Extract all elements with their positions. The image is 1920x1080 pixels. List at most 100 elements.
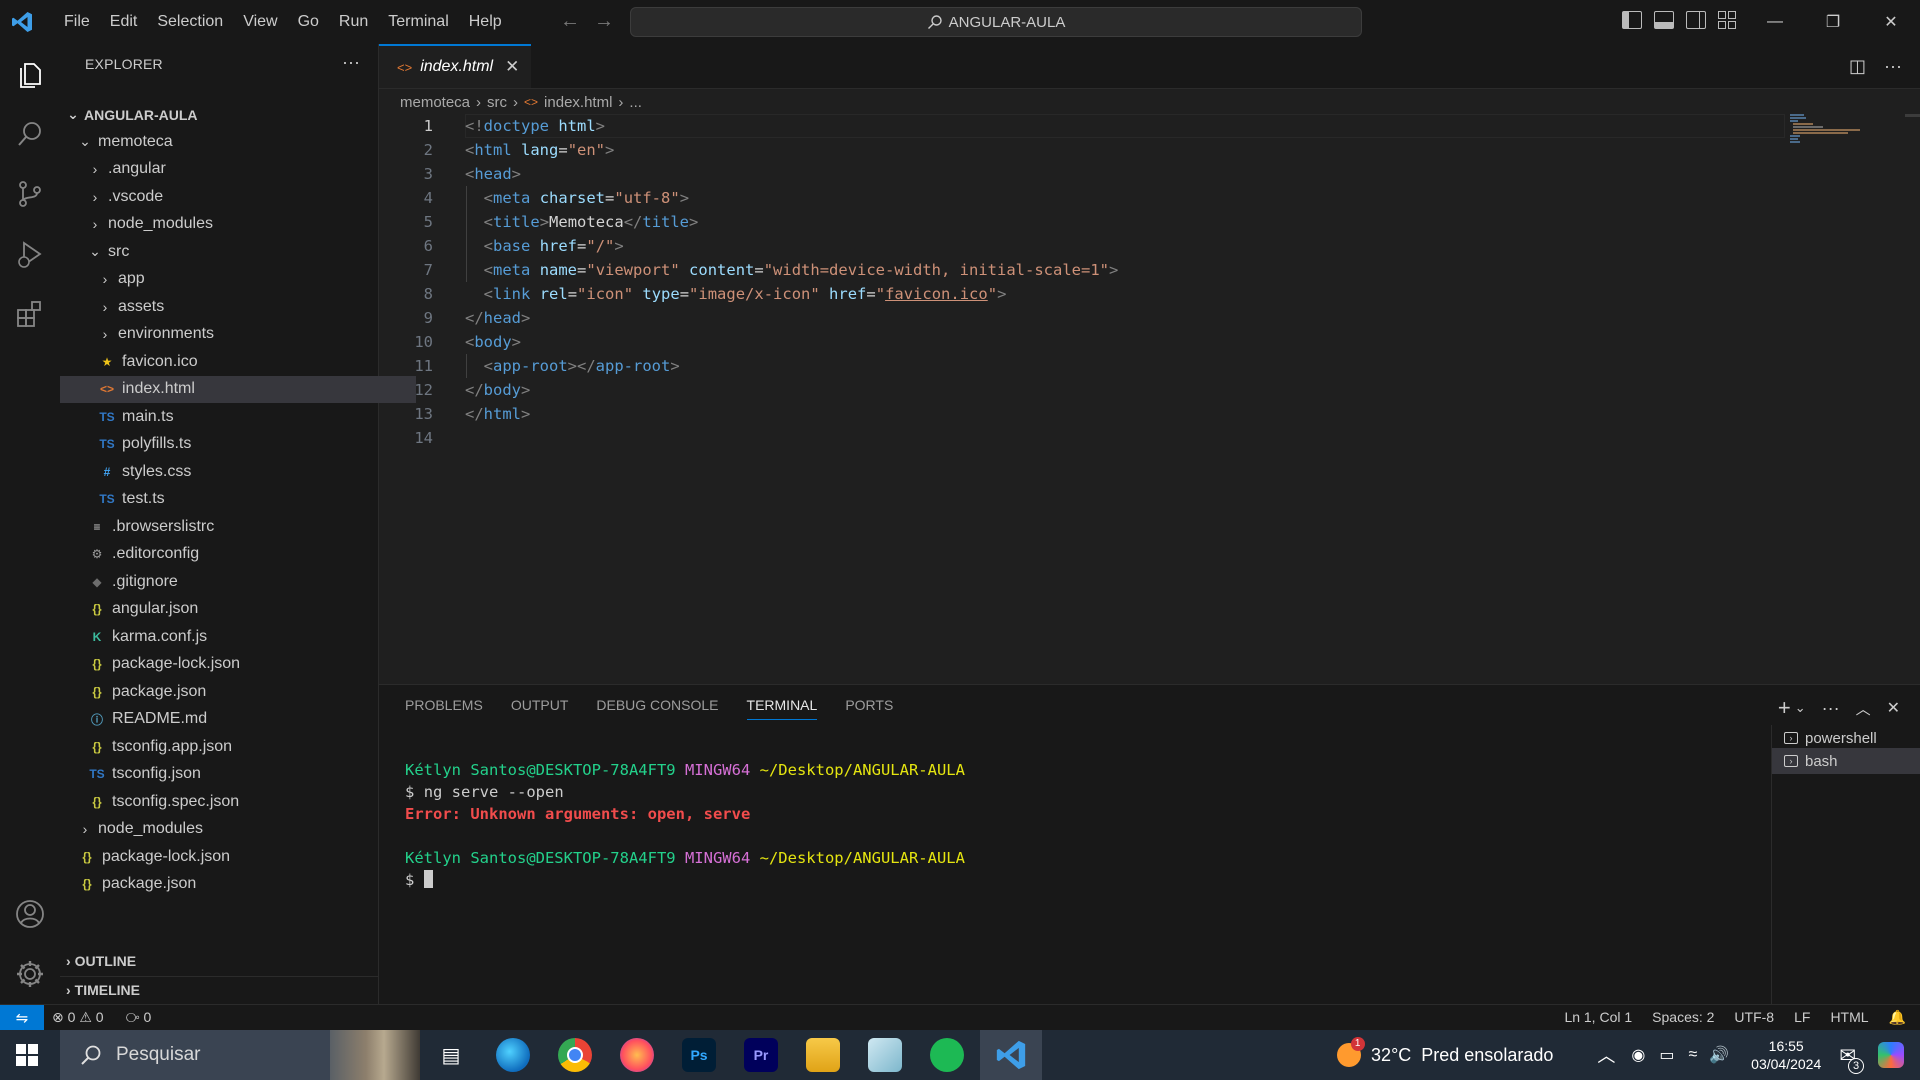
cursor-position[interactable]: Ln 1, Col 1 [1564,1009,1632,1026]
tree-item[interactable]: TS tsconfig.json [60,761,406,788]
file-explorer-icon[interactable] [806,1038,840,1072]
close-panel-icon[interactable]: ✕ [1887,698,1900,718]
edge-icon[interactable] [496,1038,530,1072]
breadcrumb-item[interactable]: ... [629,94,642,111]
tree-item[interactable]: Kkarma.conf.js [60,623,406,650]
camera-icon[interactable]: ◉ [1631,1045,1645,1065]
terminal-item-bash[interactable]: › bash [1772,748,1920,774]
editor-scrollbar[interactable] [1905,114,1920,117]
timeline-section[interactable]: › TIMELINE [60,976,384,1003]
photoshop-icon[interactable]: Ps [682,1038,716,1072]
source-control-icon[interactable] [14,178,46,210]
problems-status[interactable]: ⊗ 0 ⚠ 0 [52,1009,104,1026]
tree-item[interactable]: TS test.ts [60,486,416,513]
tab-problems[interactable]: PROBLEMS [405,697,483,720]
minimize-icon[interactable]: — [1746,0,1804,44]
volume-icon[interactable]: 🔊 [1709,1045,1729,1065]
more-actions-icon[interactable]: ··· [342,52,360,73]
tree-item[interactable]: {} angular.json [60,596,406,623]
customize-layout-icon[interactable] [1718,11,1738,29]
tree-item[interactable]: › assets [60,293,416,320]
restore-icon[interactable]: ❐ [1804,0,1862,44]
menu-run[interactable]: Run [329,13,378,31]
breadcrumb-item[interactable]: index.html [544,94,612,111]
tree-item[interactable]: <> index.html [60,375,416,403]
command-center[interactable]: ANGULAR-AULA [630,7,1362,37]
tree-item[interactable]: ⌄ src [60,238,406,265]
battery-icon[interactable]: ▭ [1659,1045,1674,1065]
tree-item[interactable]: ⌄ memoteca [60,128,396,155]
taskbar-search[interactable]: Pesquisar [60,1030,420,1080]
more-actions-icon[interactable]: ··· [1822,698,1840,719]
chevron-down-icon[interactable]: ⌄ [1795,700,1806,716]
minimap[interactable] [1790,114,1860,144]
notepad-icon[interactable] [868,1038,902,1072]
tree-item[interactable]: › environments [60,321,416,348]
toggle-secondary-sidebar-icon[interactable] [1686,11,1706,29]
tree-item[interactable]: › node_modules [60,211,406,238]
menu-terminal[interactable]: Terminal [378,13,458,31]
copilot-icon[interactable] [1878,1042,1904,1068]
indentation[interactable]: Spaces: 2 [1652,1009,1714,1026]
back-arrow-icon[interactable]: ← [560,10,580,33]
extensions-icon[interactable] [14,298,46,330]
tree-item[interactable]: TS polyfills.ts [60,431,416,458]
terminal-input-line[interactable]: $ [405,869,965,891]
notifications-icon[interactable]: ✉ 3 [1839,1043,1864,1074]
vscode-icon[interactable] [994,1038,1028,1072]
close-window-icon[interactable]: ✕ [1862,0,1920,44]
chevron-up-icon[interactable]: ︿ [1597,1042,1615,1068]
breadcrumb-item[interactable]: src [487,94,507,111]
tree-item[interactable]: › .angular [60,156,406,183]
tree-item[interactable]: ★ favicon.ico [60,348,416,375]
explorer-icon[interactable] [14,58,46,90]
outline-section[interactable]: › OUTLINE [60,948,384,974]
tree-item[interactable]: › .vscode [60,183,406,210]
bell-icon[interactable]: 🔔 [1889,1009,1906,1026]
close-tab-icon[interactable]: ✕ [505,57,519,77]
forward-arrow-icon[interactable]: → [594,10,614,33]
system-clock[interactable]: 16:55 03/04/2024 [1751,1037,1821,1073]
chrome-icon[interactable] [558,1038,592,1072]
tree-item[interactable]: {} package-lock.json [60,651,406,678]
encoding[interactable]: UTF-8 [1734,1009,1774,1026]
tab-index-html[interactable]: <> index.html ✕ [379,44,531,88]
toggle-primary-sidebar-icon[interactable] [1622,11,1642,29]
firefox-icon[interactable] [620,1038,654,1072]
tree-item[interactable]: › node_modules [60,816,396,843]
tree-item[interactable]: ◆ .gitignore [60,568,406,595]
tree-item[interactable]: ⓘ README.md [60,706,406,733]
tree-item[interactable]: ≡ .browserslistrc [60,513,406,540]
breadcrumb-item[interactable]: memoteca [400,94,470,111]
remote-indicator-icon[interactable]: ⇋ [0,1005,44,1031]
tree-item[interactable]: ⚙ .editorconfig [60,541,406,568]
terminal-output[interactable]: Kétlyn Santos@DESKTOP-78A4FT9 MINGW64 ~/… [405,759,965,891]
ports-status[interactable]: ⧂ 0 [126,1009,152,1026]
toggle-panel-icon[interactable] [1654,11,1674,29]
menu-help[interactable]: Help [459,13,512,31]
menu-go[interactable]: Go [288,13,329,31]
end-of-line[interactable]: LF [1794,1009,1810,1026]
more-actions-icon[interactable]: ··· [1884,56,1902,77]
tree-item[interactable]: {} package-lock.json [60,843,396,870]
tab-ports[interactable]: PORTS [845,697,893,720]
split-editor-icon[interactable]: ◫ [1849,56,1866,77]
tree-item[interactable]: › app [60,266,416,293]
language-mode[interactable]: HTML [1830,1009,1868,1026]
tree-root[interactable]: ⌄ ANGULAR-AULA [60,101,384,128]
menu-edit[interactable]: Edit [100,13,148,31]
windows-start-icon[interactable] [16,1044,38,1066]
gear-icon[interactable] [14,958,46,990]
search-icon[interactable] [14,118,46,150]
tab-output[interactable]: OUTPUT [511,697,569,720]
tree-item[interactable]: # styles.css [60,458,416,485]
task-view-icon[interactable]: ▤ [434,1038,468,1072]
premiere-icon[interactable]: Pr [744,1038,778,1072]
tab-terminal[interactable]: TERMINAL [746,697,818,720]
menu-file[interactable]: File [54,13,100,31]
menu-view[interactable]: View [233,13,287,31]
maximize-panel-icon[interactable]: ︿ [1856,698,1871,719]
run-debug-icon[interactable] [14,238,46,270]
new-terminal-icon[interactable]: + [1778,695,1791,721]
tree-item[interactable]: TS main.ts [60,403,416,430]
